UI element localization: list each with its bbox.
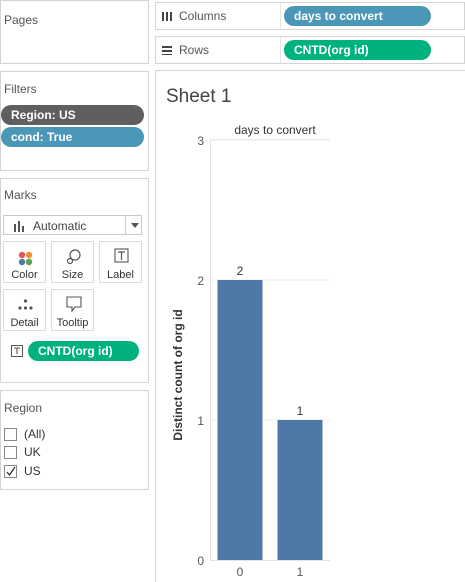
- columns-shelf-label: Columns: [162, 9, 226, 23]
- rows-pill[interactable]: CNTD(org id): [284, 40, 431, 60]
- size-label: Size: [61, 269, 84, 281]
- color-dots-icon: [18, 251, 33, 266]
- region-filter-card[interactable]: Region (All) UK US: [0, 390, 149, 490]
- region-option-us[interactable]: US: [4, 463, 41, 479]
- sheet-title: Sheet 1: [166, 86, 232, 107]
- detail-button[interactable]: Detail: [3, 289, 46, 331]
- checkbox[interactable]: [4, 427, 17, 441]
- tooltip-label: Tooltip: [56, 317, 89, 329]
- dropdown-divider: [125, 216, 126, 234]
- label-label: Label: [107, 269, 134, 281]
- shelf-divider: [280, 37, 281, 63]
- region-option-label: US: [24, 464, 41, 478]
- chevron-down-icon: [131, 223, 139, 228]
- tooltip-button[interactable]: Tooltip: [51, 289, 94, 331]
- bar-chart-icon: [14, 221, 24, 232]
- checkbox[interactable]: [4, 445, 17, 459]
- marks-field-pill[interactable]: CNTD(org id): [28, 341, 139, 361]
- marks-panel[interactable]: Marks Automatic Color Size Label Detail …: [0, 178, 149, 383]
- label-icon: [114, 248, 129, 263]
- rows-icon: [162, 46, 172, 55]
- pages-title: Pages: [4, 13, 39, 27]
- filter-pill-region[interactable]: Region: US: [1, 105, 144, 125]
- columns-pill[interactable]: days to convert: [284, 6, 431, 26]
- detail-label: Detail: [10, 317, 39, 329]
- color-label: Color: [11, 269, 38, 281]
- detail-dots-icon: [18, 299, 33, 310]
- region-option-label: UK: [24, 445, 41, 459]
- region-option-label: (All): [24, 427, 46, 441]
- region-option-all[interactable]: (All): [4, 426, 45, 442]
- rows-shelf[interactable]: Rows CNTD(org id): [155, 36, 465, 64]
- color-button[interactable]: Color: [3, 241, 46, 283]
- columns-icon: [162, 12, 172, 21]
- rows-shelf-label: Rows: [162, 43, 209, 57]
- view-area[interactable]: [155, 70, 465, 582]
- checkmark-icon: [6, 466, 16, 476]
- region-filter-title: Region: [4, 401, 43, 415]
- label-type-icon: [11, 345, 23, 357]
- filter-pill-cond[interactable]: cond: True: [1, 127, 144, 147]
- mark-type-dropdown[interactable]: Automatic: [3, 215, 142, 235]
- checkbox-checked[interactable]: [4, 464, 17, 478]
- region-option-uk[interactable]: UK: [4, 444, 41, 460]
- size-icon: [66, 249, 81, 265]
- tooltip-icon: [66, 296, 82, 313]
- pages-panel[interactable]: Pages: [0, 0, 149, 64]
- rows-label: Rows: [179, 43, 210, 57]
- mark-type-label: Automatic: [33, 219, 87, 233]
- filters-title: Filters: [4, 82, 37, 96]
- columns-shelf[interactable]: Columns days to convert: [155, 2, 465, 30]
- size-button[interactable]: Size: [51, 241, 94, 283]
- shelf-divider: [280, 3, 281, 29]
- columns-label: Columns: [179, 9, 227, 23]
- filters-panel[interactable]: Filters Region: US cond: True: [0, 71, 149, 171]
- label-button[interactable]: Label: [99, 241, 142, 283]
- marks-title: Marks: [4, 188, 37, 202]
